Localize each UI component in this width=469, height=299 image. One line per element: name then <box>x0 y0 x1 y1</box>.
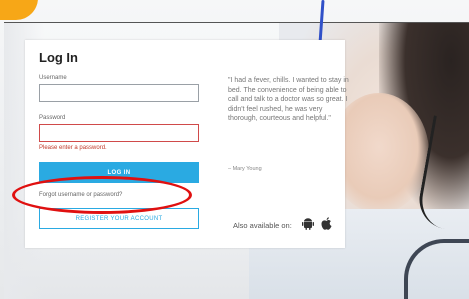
step-badge: 2 <box>0 0 38 20</box>
login-title: Log In <box>39 50 78 65</box>
testimonial-author: – Mary Young <box>228 166 262 172</box>
screenshot-frame: 2 Log In Username Password Please enter … <box>0 0 469 299</box>
password-error: Please enter a password. <box>39 145 107 151</box>
also-available-label: Also available on: <box>233 221 292 230</box>
login-card: Log In Username Password Please enter a … <box>25 40 349 248</box>
apple-icon[interactable] <box>319 216 333 230</box>
username-label: Username <box>39 75 67 81</box>
username-field[interactable] <box>39 84 199 102</box>
testimonial-quote: "I had a fever, chills. I wanted to stay… <box>228 77 349 122</box>
password-label: Password <box>39 115 66 121</box>
highlight-ellipse <box>12 176 192 214</box>
password-field[interactable] <box>39 124 199 142</box>
android-icon[interactable] <box>301 216 315 230</box>
step-number: 2 <box>0 0 1 6</box>
